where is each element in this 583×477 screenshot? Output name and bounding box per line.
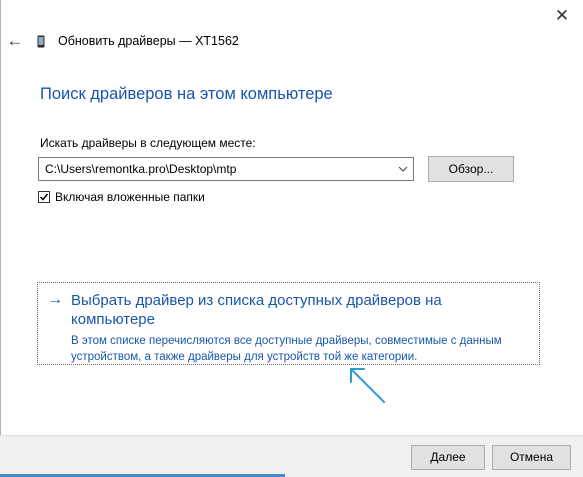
browse-button[interactable]: Обзор... <box>428 156 514 182</box>
include-subfolders-checkbox[interactable] <box>38 191 50 203</box>
include-subfolders-label[interactable]: Включая вложенные папки <box>55 190 205 204</box>
path-combobox[interactable]: C:\Users\remontka.pro\Desktop\mtp <box>38 157 414 181</box>
arrow-right-icon: → <box>47 291 63 308</box>
chevron-down-icon[interactable] <box>398 165 408 173</box>
page-title: Поиск драйверов на этом компьютере <box>40 85 333 103</box>
close-icon[interactable]: ✕ <box>550 4 574 26</box>
window-title: Обновить драйверы — XT1562 <box>58 34 239 48</box>
checkmark-icon <box>39 193 49 201</box>
pick-driver-from-list-link[interactable]: → Выбрать драйвер из списка доступных др… <box>37 282 540 365</box>
next-button[interactable]: Далее <box>411 445 485 470</box>
path-label: Искать драйверы в следующем месте: <box>40 136 256 150</box>
pointer-arrow-icon <box>350 368 385 403</box>
phone-device-icon <box>37 35 45 48</box>
back-arrow-icon[interactable]: ← <box>6 32 24 50</box>
window-left-border <box>0 0 1 435</box>
choice-title[interactable]: Выбрать драйвер из списка доступных драй… <box>71 291 511 329</box>
choice-description: В этом списке перечисляются все доступны… <box>71 335 502 363</box>
path-input[interactable]: C:\Users\remontka.pro\Desktop\mtp <box>45 162 236 176</box>
cancel-button[interactable]: Отмена <box>492 445 571 470</box>
